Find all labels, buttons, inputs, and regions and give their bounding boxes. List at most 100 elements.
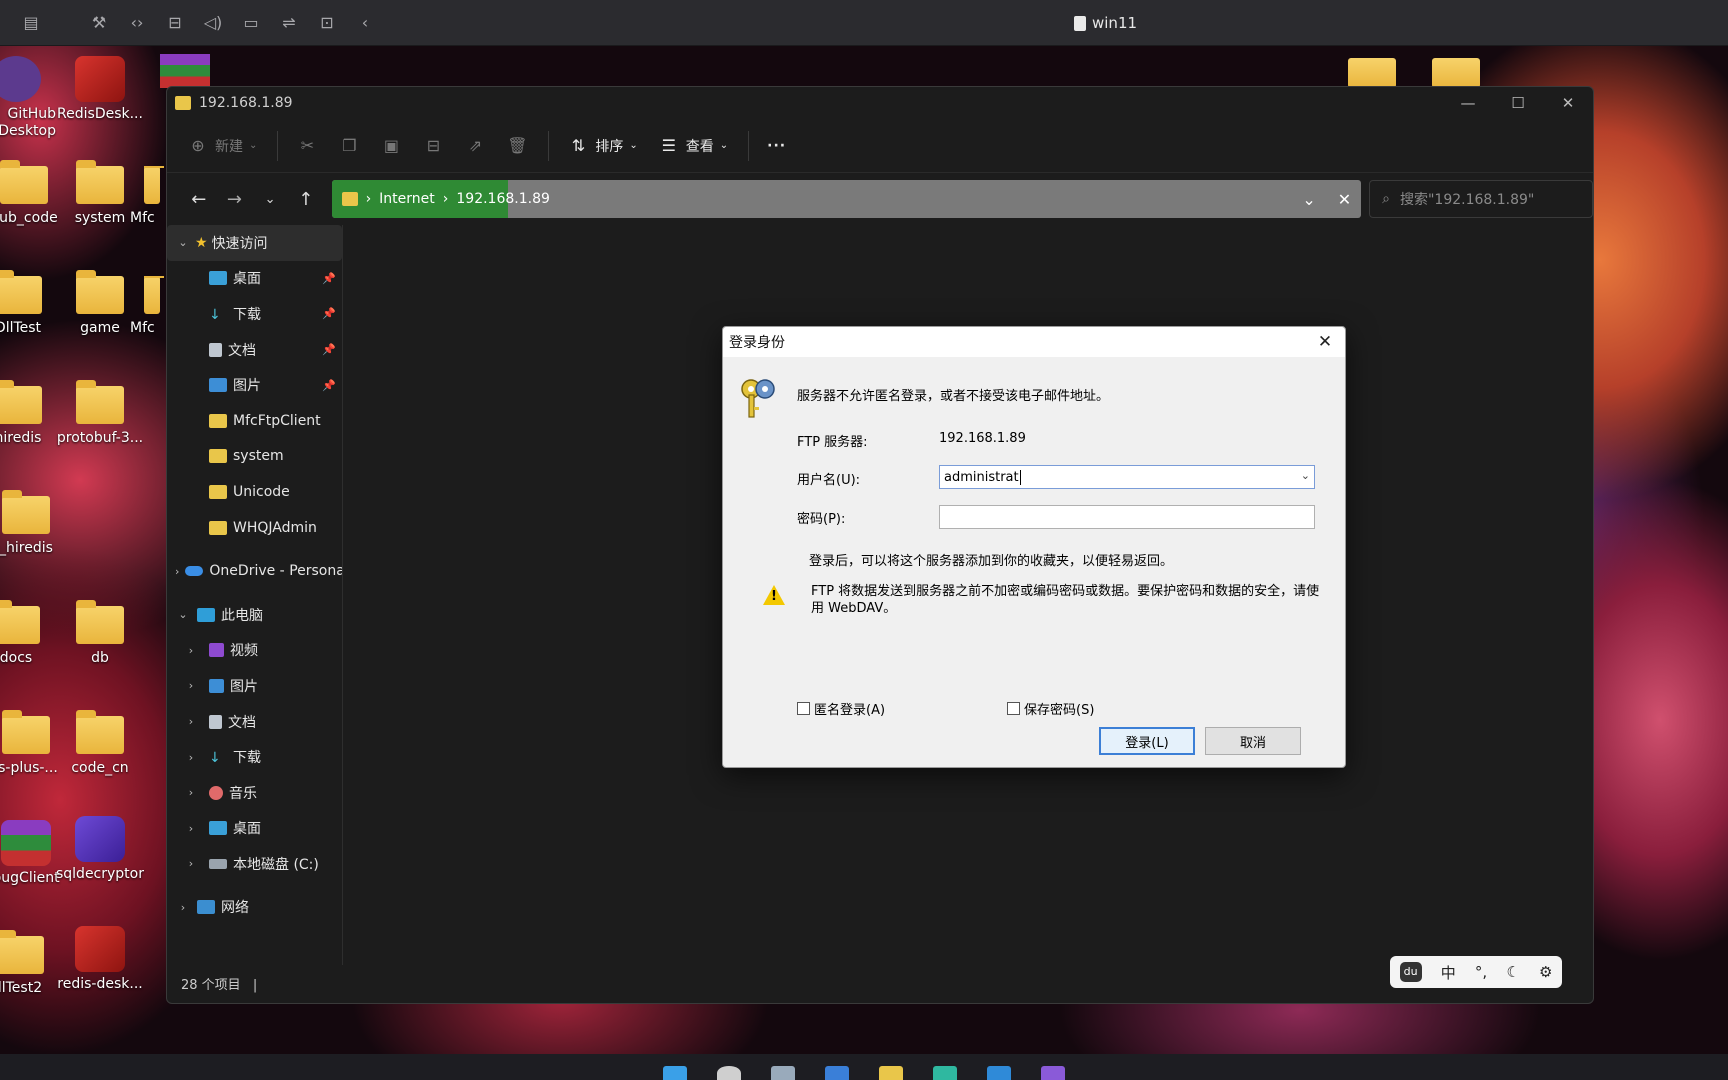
desktop-icon-mfc-2[interactable]: Mfc	[130, 276, 166, 336]
drive-icon[interactable]: ⊟	[156, 13, 194, 32]
plus-circle-icon: ⊕	[191, 136, 205, 155]
speaker-icon[interactable]: ◁)	[194, 13, 232, 32]
share-button[interactable]: ⇗	[464, 136, 486, 155]
close-window-button[interactable]: ✕	[1543, 87, 1593, 119]
breadcrumb-host[interactable]: 192.168.1.89	[456, 191, 550, 207]
sidebar-item-whqjadmin[interactable]: WHQJAdmin	[167, 510, 342, 546]
save-password-checkbox[interactable]: 保存密码(S)	[1007, 699, 1094, 718]
task-view-icon[interactable]	[771, 1066, 795, 1080]
password-field[interactable]	[939, 505, 1315, 529]
address-bar[interactable]: › Internet › 192.168.1.89 ⌄ ✕	[331, 180, 1362, 218]
folder-icon[interactable]	[1432, 58, 1480, 88]
store-icon[interactable]	[987, 1066, 1011, 1080]
window-titlebar[interactable]: 192.168.1.89	[167, 87, 1593, 119]
desktop-icon-code-cn[interactable]: code_cn	[52, 710, 148, 776]
rename-button[interactable]: ⊟	[422, 136, 444, 155]
sidebar-item-pictures[interactable]: 图片 📌	[167, 367, 342, 403]
ime-punctuation-toggle[interactable]: °,	[1475, 963, 1487, 981]
up-button[interactable]: ↑	[288, 189, 324, 210]
maximize-button[interactable]: ☐	[1493, 87, 1543, 119]
sidebar-item-downloads[interactable]: ↓ 下载 📌	[167, 296, 342, 332]
desktop-icon-sqldecryptor[interactable]: sqldecryptor	[52, 816, 148, 882]
folder-icon[interactable]	[1348, 58, 1396, 88]
breadcrumb-internet[interactable]: Internet	[379, 191, 435, 207]
sidebar-item-onedrive[interactable]: › OneDrive - Personal	[167, 553, 342, 589]
separator	[548, 130, 550, 161]
sidebar-item-pc-downloads[interactable]: › ↓ 下载	[167, 739, 342, 775]
edge-icon[interactable]	[933, 1066, 957, 1080]
ime-language-toggle[interactable]: 中	[1441, 962, 1456, 983]
view-button[interactable]: ☰ 查看 ⌄	[658, 136, 729, 156]
checkbox-label: 保存密码(S)	[1024, 703, 1095, 718]
sidebar-item-this-pc[interactable]: ⌄ 此电脑	[167, 597, 342, 633]
folder-share-icon[interactable]: ⊡	[308, 13, 346, 32]
sort-button[interactable]: ⇅ 排序 ⌄	[567, 136, 638, 156]
desktop-icon-mfc[interactable]: Mfc	[130, 166, 166, 226]
copy-button[interactable]: ❐	[338, 136, 360, 155]
winrar-icon[interactable]	[160, 54, 210, 88]
new-button[interactable]: ⊕ 新建 ⌄	[187, 136, 257, 156]
back-button[interactable]: ←	[181, 189, 217, 210]
desktop-icon-redisdesk[interactable]: RedisDesk...	[52, 56, 148, 122]
more-button[interactable]: ···	[767, 138, 786, 154]
file-explorer-icon[interactable]	[879, 1066, 903, 1080]
start-icon[interactable]	[663, 1066, 687, 1080]
sidebar-item-documents[interactable]: 文档 📌	[167, 332, 342, 368]
text-caret	[1019, 469, 1021, 485]
sidebar-item-mfcftpclient[interactable]: MfcFtpClient	[167, 403, 342, 439]
sidebar-item-videos[interactable]: › 视频	[167, 633, 342, 669]
share-icon: ⇗	[468, 136, 483, 155]
address-dropdown-button[interactable]: ⌄	[1302, 190, 1315, 209]
gear-icon[interactable]: ⚙	[1539, 963, 1552, 981]
checkbox-box[interactable]	[797, 702, 810, 715]
desktop-icon-db[interactable]: db	[52, 600, 148, 666]
sidebar-item-pc-desktop[interactable]: › 桌面	[167, 811, 342, 847]
stop-loading-button[interactable]: ✕	[1338, 190, 1351, 209]
recent-dropdown-button[interactable]: ⌄	[252, 192, 288, 207]
folder-icon	[209, 520, 227, 535]
moon-icon[interactable]: ☾	[1506, 963, 1519, 981]
sidebar-item-system[interactable]: system	[167, 439, 342, 475]
sidebar-item-pc-documents[interactable]: › 文档	[167, 704, 342, 740]
sidebar-item-quick-access[interactable]: ⌄ ★ 快速访问	[167, 225, 342, 261]
paste-button[interactable]: ▣	[380, 136, 402, 155]
settings-icon[interactable]: ▤	[12, 13, 50, 32]
sidebar-item-network[interactable]: › 网络	[167, 890, 342, 926]
minimize-button[interactable]: —	[1443, 87, 1493, 119]
wrench-icon[interactable]: ⚒	[80, 13, 118, 32]
code-icon[interactable]: ‹›	[118, 13, 156, 32]
baidu-ime-icon[interactable]: du	[1399, 962, 1422, 982]
anonymous-login-checkbox[interactable]: 匿名登录(A)	[797, 699, 885, 718]
login-button[interactable]: 登录(L)	[1099, 727, 1195, 755]
cancel-button[interactable]: 取消	[1205, 727, 1301, 755]
sidebar-item-desktop[interactable]: 桌面 📌	[167, 261, 342, 297]
desktop-icon-hiredis-2[interactable]: _hiredis	[0, 490, 74, 556]
search-input[interactable]: ⌕ 搜索"192.168.1.89"	[1369, 180, 1593, 218]
dialog-titlebar[interactable]: 登录身份	[723, 327, 1345, 357]
sidebar-item-label: MfcFtpClient	[233, 412, 321, 429]
sidebar-item-label: 视频	[230, 643, 258, 660]
chevron-down-icon[interactable]: ⌄	[1301, 469, 1310, 482]
collapse-icon[interactable]: ‹	[346, 13, 384, 32]
checkbox-box[interactable]	[1007, 702, 1020, 715]
delete-button[interactable]: 🗑	[506, 136, 528, 155]
search-icon[interactable]	[717, 1066, 741, 1080]
username-field[interactable]: administrat ⌄	[939, 465, 1315, 489]
checkbox-label: 匿名登录(A)	[814, 703, 886, 718]
widgets-icon[interactable]	[825, 1066, 849, 1080]
camera-icon[interactable]: ▭	[232, 13, 270, 32]
network-folder-icon	[341, 192, 358, 206]
ftp-server-value: 192.168.1.89	[939, 431, 1026, 446]
desktop-icon-protobuf[interactable]: protobuf-3...	[52, 380, 148, 446]
visual-studio-icon[interactable]	[1041, 1066, 1065, 1080]
dialog-close-button[interactable]: ✕	[1313, 331, 1337, 353]
sidebar-item-local-disk[interactable]: › 本地磁盘 (C:)	[167, 846, 342, 882]
pin-icon: 📌	[322, 378, 336, 392]
desktop-icon-redis-desk[interactable]: redis-desk...	[52, 926, 148, 992]
cut-button[interactable]: ✂	[296, 136, 318, 155]
sidebar-item-unicode[interactable]: Unicode	[167, 474, 342, 510]
usb-icon[interactable]: ⇌	[270, 13, 308, 32]
sidebar-item-pc-pictures[interactable]: › 图片	[167, 668, 342, 704]
forward-button[interactable]: →	[217, 189, 253, 210]
sidebar-item-music[interactable]: › 音乐	[167, 775, 342, 811]
